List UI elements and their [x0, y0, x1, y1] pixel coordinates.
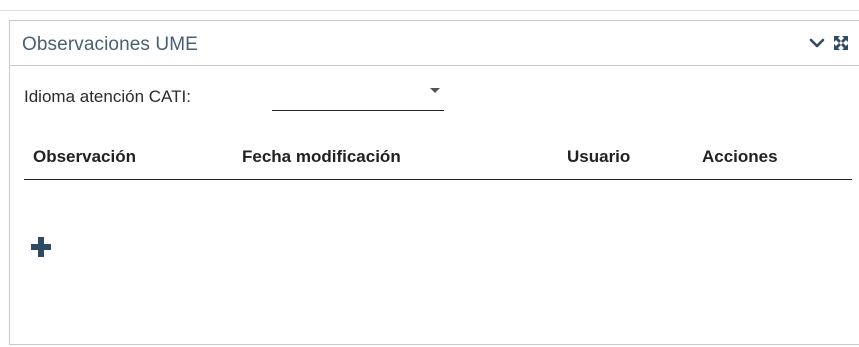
column-header-fecha-modificacion[interactable]: Fecha modificación [242, 147, 401, 167]
column-header-usuario[interactable]: Usuario [567, 147, 630, 167]
chevron-down-icon[interactable] [809, 35, 825, 51]
panel-title: Observaciones UME [22, 34, 198, 55]
idioma-label: Idioma atención CATI: [24, 87, 191, 106]
column-header-observacion[interactable]: Observación [33, 147, 136, 167]
panel-header: Observaciones UME [10, 21, 859, 66]
caret-down-icon [430, 88, 440, 93]
expand-icon[interactable] [833, 35, 849, 51]
table-header: Observación Fecha modificación Usuario A… [24, 143, 852, 180]
observaciones-panel: Observaciones UME Idioma atención CATI: [9, 20, 859, 345]
idioma-select[interactable] [272, 83, 444, 111]
column-header-acciones[interactable]: Acciones [702, 147, 778, 167]
add-observation-button[interactable] [29, 235, 53, 259]
plus-icon [31, 237, 51, 257]
top-strip [0, 0, 859, 11]
